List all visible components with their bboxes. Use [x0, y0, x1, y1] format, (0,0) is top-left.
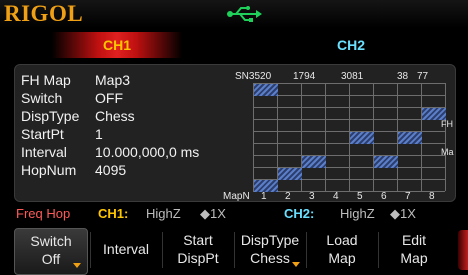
- softkey-label: Load: [326, 232, 358, 248]
- softkey-label: DispType: [240, 232, 300, 248]
- start-disppt-softkey[interactable]: Start DispPt: [162, 228, 234, 273]
- softkey-label: Edit: [401, 232, 427, 248]
- column-label: 1: [261, 191, 267, 202]
- sn-value: 1794: [293, 71, 316, 82]
- ch1-impedance: HighZ: [146, 206, 181, 221]
- load-map-softkey[interactable]: Load Map: [306, 228, 378, 273]
- sn-value: 3081: [341, 71, 364, 82]
- channel-tabs: CH1 CH2: [0, 32, 468, 58]
- hop-cell: [302, 156, 326, 168]
- page-tab-indicator[interactable]: [458, 230, 468, 270]
- ch1-amp: ◆1X: [200, 206, 226, 221]
- param-value: 10.000,000,0 ms: [95, 144, 200, 160]
- sn-value: 38: [397, 71, 409, 82]
- tab-ch1[interactable]: CH1: [0, 32, 234, 58]
- param-value: 1: [95, 126, 103, 142]
- column-label: 3: [309, 191, 315, 202]
- sn-label: SN3520: [235, 71, 272, 82]
- param-label: DispType: [21, 108, 80, 124]
- hop-cell: [350, 132, 374, 144]
- status-bar: Freq Hop CH1: HighZ ◆1X CH2: HighZ ◆1X: [0, 205, 468, 223]
- tab-ch2[interactable]: CH2: [234, 32, 468, 58]
- softkey-label: Switch: [30, 233, 72, 249]
- hop-cell: [254, 84, 278, 96]
- param-value: Chess: [95, 108, 135, 124]
- column-label: 7: [405, 191, 411, 202]
- chevron-down-icon: [73, 263, 81, 268]
- usb-icon: [227, 6, 262, 22]
- param-value: 4095: [95, 162, 127, 178]
- switch-softkey[interactable]: Switch Off: [14, 228, 88, 275]
- map-number-label: MapN: [223, 191, 250, 202]
- softkey-bar: Switch Off Interval Start DispPt DispTyp…: [0, 226, 468, 275]
- ch1-status-label: CH1:: [98, 206, 129, 221]
- top-bar: RIGOL: [0, 0, 468, 28]
- softkey-label: DispPt: [177, 250, 219, 266]
- disptype-softkey[interactable]: DispType Chess: [234, 228, 306, 273]
- sn-value: 77: [417, 71, 429, 82]
- freq-hop-panel: FH Map Map3 Switch OFF DispType Chess St…: [14, 64, 456, 202]
- param-label: FH Map: [21, 72, 71, 88]
- param-value: OFF: [95, 90, 123, 106]
- ch2-status-label: CH2:: [284, 206, 315, 221]
- grid-column-line: [253, 83, 254, 191]
- param-value: Map3: [95, 72, 131, 88]
- param-label: HopNum: [21, 162, 77, 178]
- mode-label: Freq Hop: [16, 206, 71, 221]
- hop-cell: [374, 156, 398, 168]
- grid-column-line: [445, 83, 446, 191]
- grid-row-line: [253, 191, 445, 192]
- brand-logo: RIGOL: [4, 1, 84, 26]
- column-label: 5: [357, 191, 363, 202]
- side-label: FH: [441, 119, 453, 129]
- hop-map-grid: SN3520 1794 3081 38 77 MapN 1 2 3 4 5 6 …: [223, 71, 455, 202]
- hop-cell: [398, 132, 422, 144]
- column-label: 8: [429, 191, 435, 202]
- column-label: 2: [285, 191, 291, 202]
- column-label: 4: [333, 191, 339, 202]
- hop-cell: [278, 168, 302, 180]
- column-label: 6: [381, 191, 387, 202]
- softkey-label: Map: [328, 250, 356, 266]
- interval-softkey[interactable]: Interval: [90, 228, 162, 273]
- side-label: Ma: [441, 147, 454, 157]
- param-label: Interval: [21, 144, 67, 160]
- param-label: StartPt: [21, 126, 64, 142]
- softkey-label: Interval: [103, 241, 149, 257]
- grid-column-line: [325, 83, 326, 191]
- softkey-label: Start: [183, 232, 213, 248]
- ch2-impedance: HighZ: [340, 206, 375, 221]
- param-label: Switch: [21, 90, 63, 106]
- chevron-down-icon: [292, 262, 300, 267]
- softkey-label: Map: [400, 250, 428, 266]
- edit-map-softkey[interactable]: Edit Map: [378, 228, 450, 273]
- ch2-amp: ◆1X: [390, 206, 416, 221]
